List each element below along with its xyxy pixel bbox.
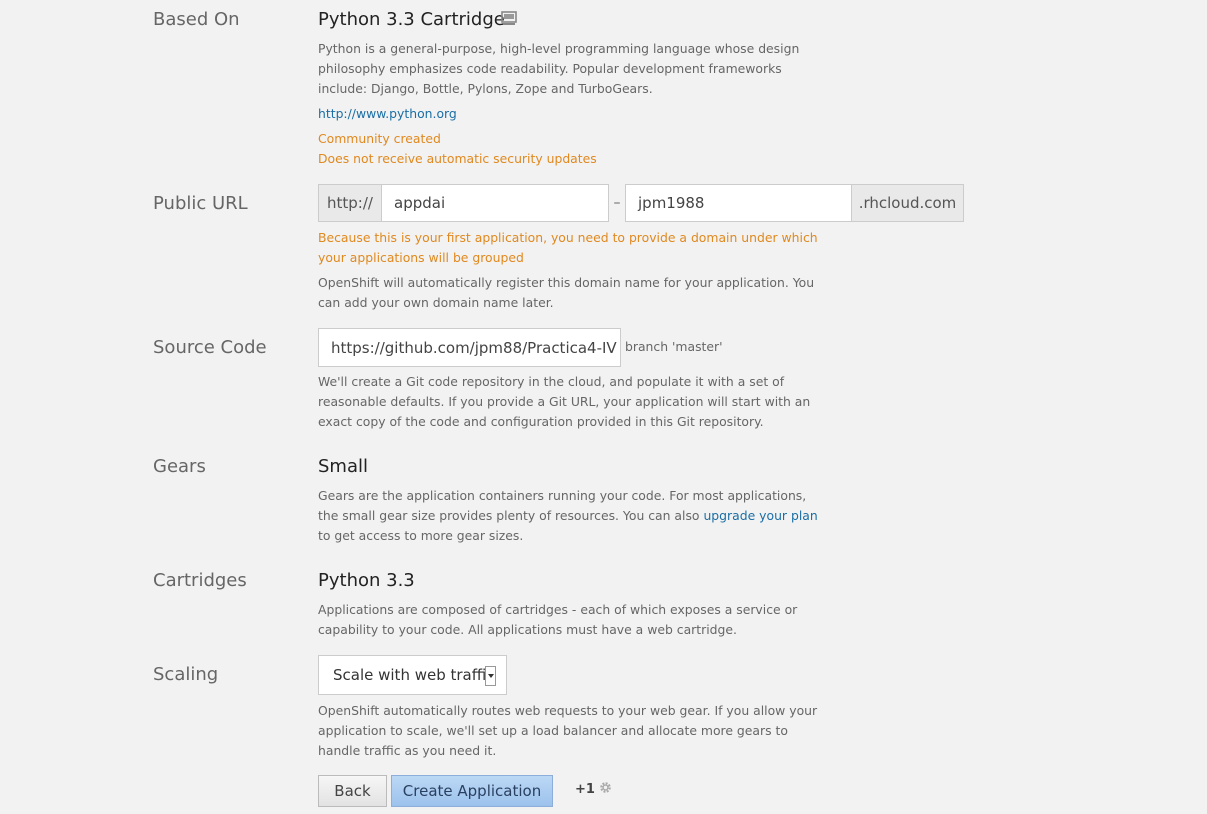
gear-icon [599,781,612,798]
gears-help: Gears are the application containers run… [318,486,823,546]
security-updates-note: Does not receive automatic security upda… [318,151,597,166]
domain-help: OpenShift will automatically register th… [318,275,815,310]
namespace-input[interactable]: jpm1988 [625,184,852,222]
gear-size-value: Small [318,456,368,477]
scaling-selected-value: Scale with web traffic [333,666,495,684]
cartridge-icon [501,11,517,26]
upgrade-plan-link[interactable]: upgrade your plan [703,508,817,523]
cartridge-value: Python 3.3 [318,570,415,591]
cartridge-title: Python 3.3 Cartridge [318,9,505,30]
domain-warning: Because this is your first application, … [318,230,818,265]
create-application-form: Based On Python 3.3 Cartridge Python is … [0,0,1207,814]
cartridge-description: Python is a general-purpose, high-level … [318,41,800,96]
community-created-note: Community created [318,131,441,146]
gear-cost-indicator: +1 [575,781,612,798]
source-code-help: We'll create a Git code repository in th… [318,374,811,429]
gears-label: Gears [153,456,206,477]
public-url-label: Public URL [153,193,248,214]
scaling-select[interactable]: Scale with web traffic [318,655,507,695]
chevron-down-icon[interactable] [485,666,496,686]
cartridges-help: Applications are composed of cartridges … [318,602,798,637]
url-suffix: .rhcloud.com [851,184,964,222]
source-code-input[interactable]: https://github.com/jpm88/Practica4-IV [318,328,621,367]
branch-label: branch 'master' [625,339,723,354]
gear-cost-value: +1 [575,782,595,797]
url-separator: – [613,195,621,211]
scaling-help: OpenShift automatically routes web reque… [318,703,818,758]
back-button[interactable]: Back [318,775,387,807]
based-on-label: Based On [153,9,240,30]
cartridges-label: Cartridges [153,570,247,591]
create-application-button[interactable]: Create Application [391,775,553,807]
app-name-input[interactable]: appdai [381,184,609,222]
scaling-label: Scaling [153,664,219,685]
python-website-link[interactable]: http://www.python.org [318,104,457,124]
url-prefix: http:// [318,184,382,222]
source-code-label: Source Code [153,337,267,358]
gears-help-text-end: to get access to more gear sizes. [318,528,524,543]
